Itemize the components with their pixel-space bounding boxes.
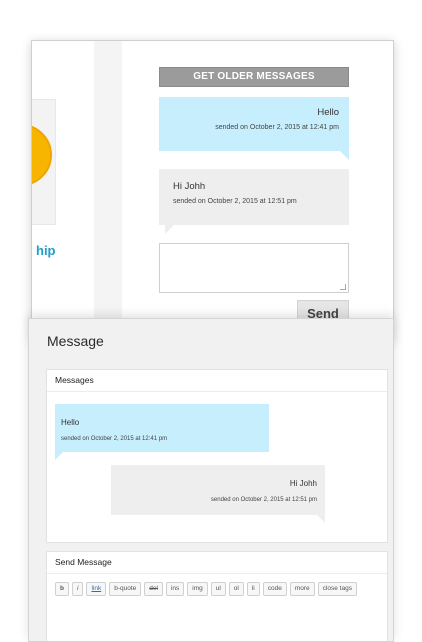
message-text: Hi Johh — [173, 181, 206, 192]
sidebar-widget-link[interactable]: hip — [36, 243, 56, 258]
close-tags-button[interactable]: close tags — [317, 582, 357, 596]
unordered-list-button[interactable]: ul — [210, 582, 226, 596]
more-button[interactable]: more — [289, 582, 315, 596]
list-item-button[interactable]: li — [246, 582, 260, 596]
message-timestamp: sended on October 2, 2015 at 12:51 pm — [210, 497, 317, 503]
message-input[interactable] — [159, 243, 349, 293]
widget-avatar-circle — [32, 124, 52, 186]
insert-button[interactable]: ins — [165, 582, 185, 596]
message-text: Hello — [317, 107, 339, 118]
message-text: Hi Johh — [289, 479, 317, 488]
message-timestamp: sended on October 2, 2015 at 12:41 pm — [61, 436, 168, 442]
get-older-messages-button[interactable]: GET OLDER MESSAGES — [159, 67, 349, 87]
messages-panel-heading: Messages — [47, 370, 387, 392]
sidebar-divider — [94, 41, 122, 339]
editor-toolbar: b i link b-quote del ins img ul ol li co… — [55, 582, 357, 596]
sidebar-widget-card — [32, 99, 56, 225]
delete-button[interactable]: del — [144, 582, 163, 596]
resize-grip-icon[interactable] — [340, 284, 346, 290]
message-text: Hello — [61, 418, 80, 427]
link-button[interactable]: link — [86, 582, 107, 596]
received-message-bubble: Hi Johh sended on October 2, 2015 at 12:… — [159, 169, 349, 234]
code-button[interactable]: code — [262, 582, 287, 596]
send-message-panel-heading: Send Message — [47, 552, 387, 574]
bold-button[interactable]: b — [55, 582, 69, 596]
admin-message-window: Message Messages Hello sended on October… — [28, 318, 394, 642]
send-message-panel: Send Message b i link b-quote del ins im… — [46, 551, 388, 641]
image-button[interactable]: img — [187, 582, 208, 596]
frontend-chat-window: hip GET OLDER MESSAGES Hello sended on O… — [31, 40, 394, 340]
page-title: Message — [47, 333, 104, 349]
sent-message-bubble: Hello sended on October 2, 2015 at 12:41… — [55, 404, 269, 460]
messages-panel: Messages Hello sended on October 2, 2015… — [46, 369, 388, 543]
received-message-bubble: Hi Johh sended on October 2, 2015 at 12:… — [111, 465, 325, 523]
blockquote-button[interactable]: b-quote — [109, 582, 142, 596]
message-timestamp: sended on October 2, 2015 at 12:51 pm — [173, 198, 297, 205]
italic-button[interactable]: i — [71, 582, 84, 596]
message-timestamp: sended on October 2, 2015 at 12:41 pm — [215, 124, 339, 131]
sent-message-bubble: Hello sended on October 2, 2015 at 12:41… — [159, 97, 349, 160]
ordered-list-button[interactable]: ol — [228, 582, 244, 596]
